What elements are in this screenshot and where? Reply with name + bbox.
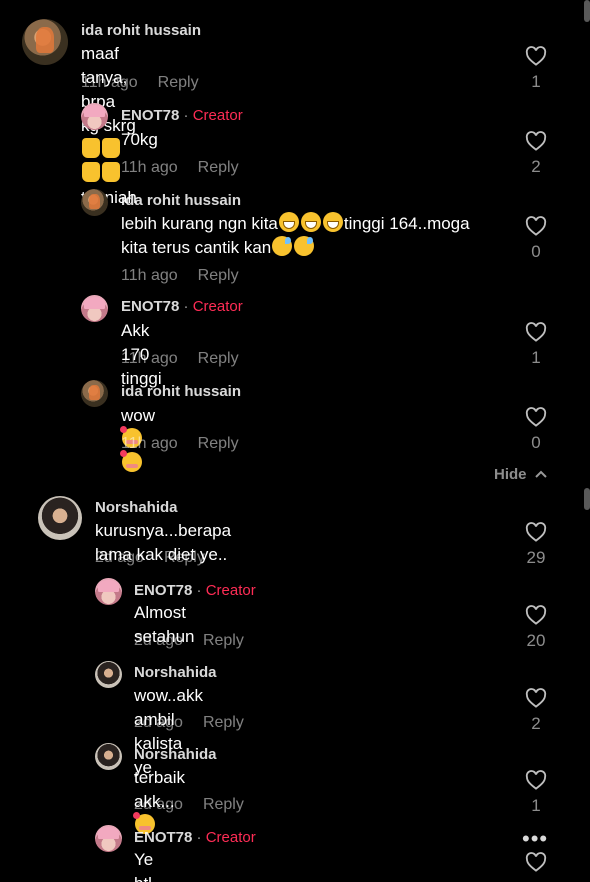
like-button[interactable]: 29 [516,522,556,568]
reply-button[interactable]: Reply [198,267,239,284]
comment-author[interactable]: Norshahida [134,664,217,681]
avatar[interactable] [81,189,108,216]
comment-author[interactable]: Norshahida [134,746,217,763]
comment-time: 11h ago [121,159,178,176]
heart-outline-icon [525,46,547,66]
comment-time: 11h ago [121,350,178,367]
comment-time: 2d ago [134,714,183,731]
heart-outline-icon [525,688,547,708]
grinning-emoji-icon [300,212,321,232]
comment-time: 11h ago [121,435,178,452]
avatar[interactable] [81,380,108,407]
comment-author[interactable]: ida rohit hussain [121,192,241,209]
avatar[interactable] [81,295,108,322]
heart-outline-icon [525,852,547,872]
heart-outline-icon [525,605,547,625]
avatar[interactable] [95,578,122,605]
thumbs-up-emoji-icon [102,138,120,158]
creator-badge: Creator [192,107,243,124]
more-dots-icon[interactable]: ••• [522,826,548,852]
avatar[interactable] [38,496,82,540]
comment-text: Ye btl [134,850,154,882]
grinning-emoji-icon [322,212,343,232]
reply-button[interactable]: Reply [164,549,205,566]
creator-badge: Creator [205,829,256,846]
like-button[interactable]: 0 [516,216,556,262]
comment-author[interactable]: ida rohit hussain [81,22,201,39]
comment-meta: 11h ago Reply [121,435,239,453]
reply-button[interactable]: Reply [198,435,239,452]
avatar[interactable] [95,661,122,688]
sweat-smile-emoji-icon [294,236,315,256]
like-count: 0 [531,433,541,452]
creator-badge: Creator [205,582,256,599]
comment-author[interactable]: ENOT78 · Creator [134,582,256,599]
comment-text: lebih kurang ngn kita tinggi 164..moga ki… [121,212,470,257]
comment-author[interactable]: ENOT78 · Creator [134,829,256,846]
comment-meta: 2d ago Reply [95,549,205,567]
hide-replies-button[interactable]: Hide [494,466,547,483]
avatar[interactable] [22,19,68,65]
like-button[interactable]: 1 [516,46,556,92]
like-count: 29 [526,548,546,567]
thumbs-up-emoji-icon [102,162,120,182]
comment-time: 2d ago [95,549,144,566]
like-count: 2 [531,157,541,176]
chevron-up-icon [534,470,547,478]
avatar[interactable] [95,743,122,770]
comment-time: 11h ago [81,74,138,91]
comment-author[interactable]: ENOT78 · Creator [121,298,243,315]
heart-outline-icon [525,522,547,542]
heart-outline-icon [525,407,547,427]
comment-meta: 11h ago Reply [121,350,239,368]
comment-meta: 2d ago Reply [134,714,244,732]
reply-button[interactable]: Reply [203,632,244,649]
reply-button[interactable]: Reply [203,714,244,731]
heart-outline-icon [525,770,547,790]
like-count: 20 [526,631,546,650]
like-button[interactable]: 1 [516,770,556,816]
like-count: 1 [531,72,541,91]
heart-outline-icon [525,322,547,342]
avatar[interactable] [81,103,108,130]
like-button[interactable]: 0 [516,407,556,453]
comment-meta: 11h ago Reply [121,267,239,285]
creator-badge: Creator [192,298,243,315]
like-button[interactable] [516,852,556,872]
like-count: 0 [531,242,541,261]
comment-author[interactable]: ida rohit hussain [121,383,241,400]
scrollbar[interactable] [584,488,590,510]
like-button[interactable]: 2 [516,131,556,177]
like-count: 1 [531,348,541,367]
smiling-hearts-emoji-icon [120,450,142,472]
comment-meta: 2d ago Reply [134,632,244,650]
comment-meta: 11h ago Reply [121,159,239,177]
scrollbar[interactable] [584,0,590,22]
reply-button[interactable]: Reply [198,350,239,367]
reply-button[interactable]: Reply [203,796,244,813]
reply-button[interactable]: Reply [158,74,199,91]
comment-time: 2d ago [134,796,183,813]
comment-text: 70kg [121,130,158,149]
sweat-smile-emoji-icon [272,236,293,256]
like-count: 1 [531,796,541,815]
avatar[interactable] [95,825,122,852]
like-button[interactable]: 1 [516,322,556,368]
like-button[interactable]: 20 [516,605,556,651]
comment-time: 11h ago [121,267,178,284]
reply-button[interactable]: Reply [198,159,239,176]
heart-outline-icon [525,131,547,151]
comment-meta: 11h ago Reply [81,74,199,92]
comment-author[interactable]: Norshahida [95,499,178,516]
grinning-emoji-icon [278,212,299,232]
comment-meta: 2d ago Reply [134,796,244,814]
like-count: 2 [531,714,541,733]
like-button[interactable]: 2 [516,688,556,734]
thumbs-up-emoji-icon [82,162,100,182]
comment-time: 2d ago [134,632,183,649]
heart-outline-icon [525,216,547,236]
comment-author[interactable]: ENOT78 · Creator [121,107,243,124]
thumbs-up-emoji-icon [82,138,100,158]
